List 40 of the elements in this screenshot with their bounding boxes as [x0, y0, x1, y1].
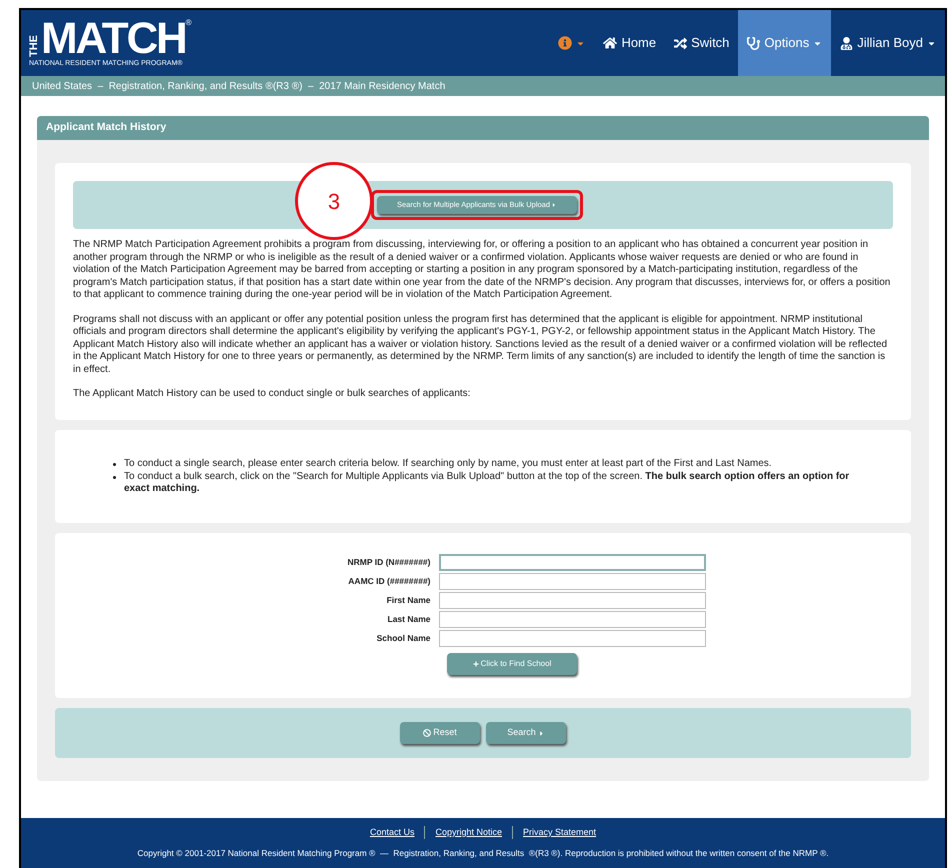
caret-icon	[551, 202, 557, 208]
info-icon	[558, 36, 572, 50]
bullet-icon	[113, 476, 116, 478]
instruction-text: To conduct a bulk search, click on the "Search for Multiple Applicants via Bulk Upload" button at the top of the screen. The bulk search option offers an option for exact matching.	[124, 470, 850, 496]
user-icon	[840, 36, 854, 50]
field-label: NRMP ID (N#######)	[346, 556, 430, 569]
field-label: AAMC ID (########)	[347, 575, 430, 588]
field-label: Last Name	[386, 613, 430, 626]
footer-link[interactable]: Copyright Notice	[424, 826, 512, 840]
nav-menu-item[interactable]: Switch	[665, 10, 738, 76]
input-field[interactable]	[438, 573, 706, 590]
caret-icon	[538, 730, 545, 736]
panel-title: Applicant Match History	[46, 120, 166, 136]
bullet-icon	[113, 463, 116, 466]
copyright-text: Copyright © 2001-2017 National Resident Matching Program ® — Registration, Ranking, and Results ®(R3 ®). Reproduction is prohibited without the written consent of the NRMP ®.	[137, 847, 829, 860]
callout-number: 3	[328, 188, 340, 216]
input-field[interactable]	[438, 592, 706, 609]
paragraph: The NRMP Match Participation Agreement prohibits a program from discussing, interviewing for, or offering a position to an applicant who has obtained a concurrent year position in another program through the NRMP or who is ineligible as the result of a denied waiver or a confirmed violation. Applicants whose waiver requests are denied or who are found in violation of the Match Participation Agreement may be barred from accepting or starting a position in any program sponsored by a Match-participating institution, regardless of the program's Match participation status, if that position has a start date within one year from the date of the NRMP's decision. Any program that discusses, interviews for, or offers a position to that applicant to commence training during the one-year period will be in violation of the Match Participation Agreement.	[73, 239, 892, 302]
logo-mark: ®	[186, 19, 192, 27]
breadcrumb: United States – Registration, Ranking, and Results ®(R3 ®) – 2017 Main Residency Match	[32, 80, 446, 94]
nav-menu-item[interactable]: Jillian Boyd	[831, 10, 945, 76]
paragraph: The Applicant Match History can be used to conduct single or bulk searches of applicants:	[73, 388, 472, 400]
input-field[interactable]	[438, 611, 706, 628]
input-field[interactable]	[438, 630, 706, 647]
paragraph: Programs shall not discuss with an applicant or offer any potential position unless the program first has determined that the applicant is eligible for appointment. NRMP institutional officials and program directors shall determine the applicant's eligibility by verifying the applicant's PGY-1, PGY-2, or fellowship appointment status in the Applicant Match History. The Applicant Match History also will indicate whether an applicant has a waiver or violation history. Sanctions levied as the result of a denied waiver or a confirmed violation will be reflected in the Applicant Match History for one to three years or permanently, as determined by the NRMP. Term limits of any sanction(s) are included to identify the length of time the sanction is in effect.	[73, 314, 888, 376]
stethoscope-icon	[747, 36, 760, 50]
footer-link[interactable]: Privacy Statement	[512, 826, 606, 840]
instruction-text: To conduct a single search, please enter search criteria below. If searching only by name, you must enter at least part of the First and Last Names.	[124, 458, 772, 470]
shuffle-icon	[674, 36, 688, 50]
plus-icon	[472, 661, 479, 667]
input-field[interactable]	[438, 554, 706, 571]
nav-menu-item[interactable]: Options	[738, 10, 832, 76]
footer-link[interactable]: Contact Us	[360, 826, 424, 840]
logo-title: MATCH	[41, 19, 186, 59]
field-label: First Name	[386, 594, 430, 607]
home-icon	[603, 36, 618, 50]
field-label: School Name	[376, 632, 430, 645]
logo-vertical-text: THE	[29, 35, 41, 57]
reset-icon	[423, 729, 432, 737]
nav-menu-item[interactable]: Home	[594, 10, 666, 76]
